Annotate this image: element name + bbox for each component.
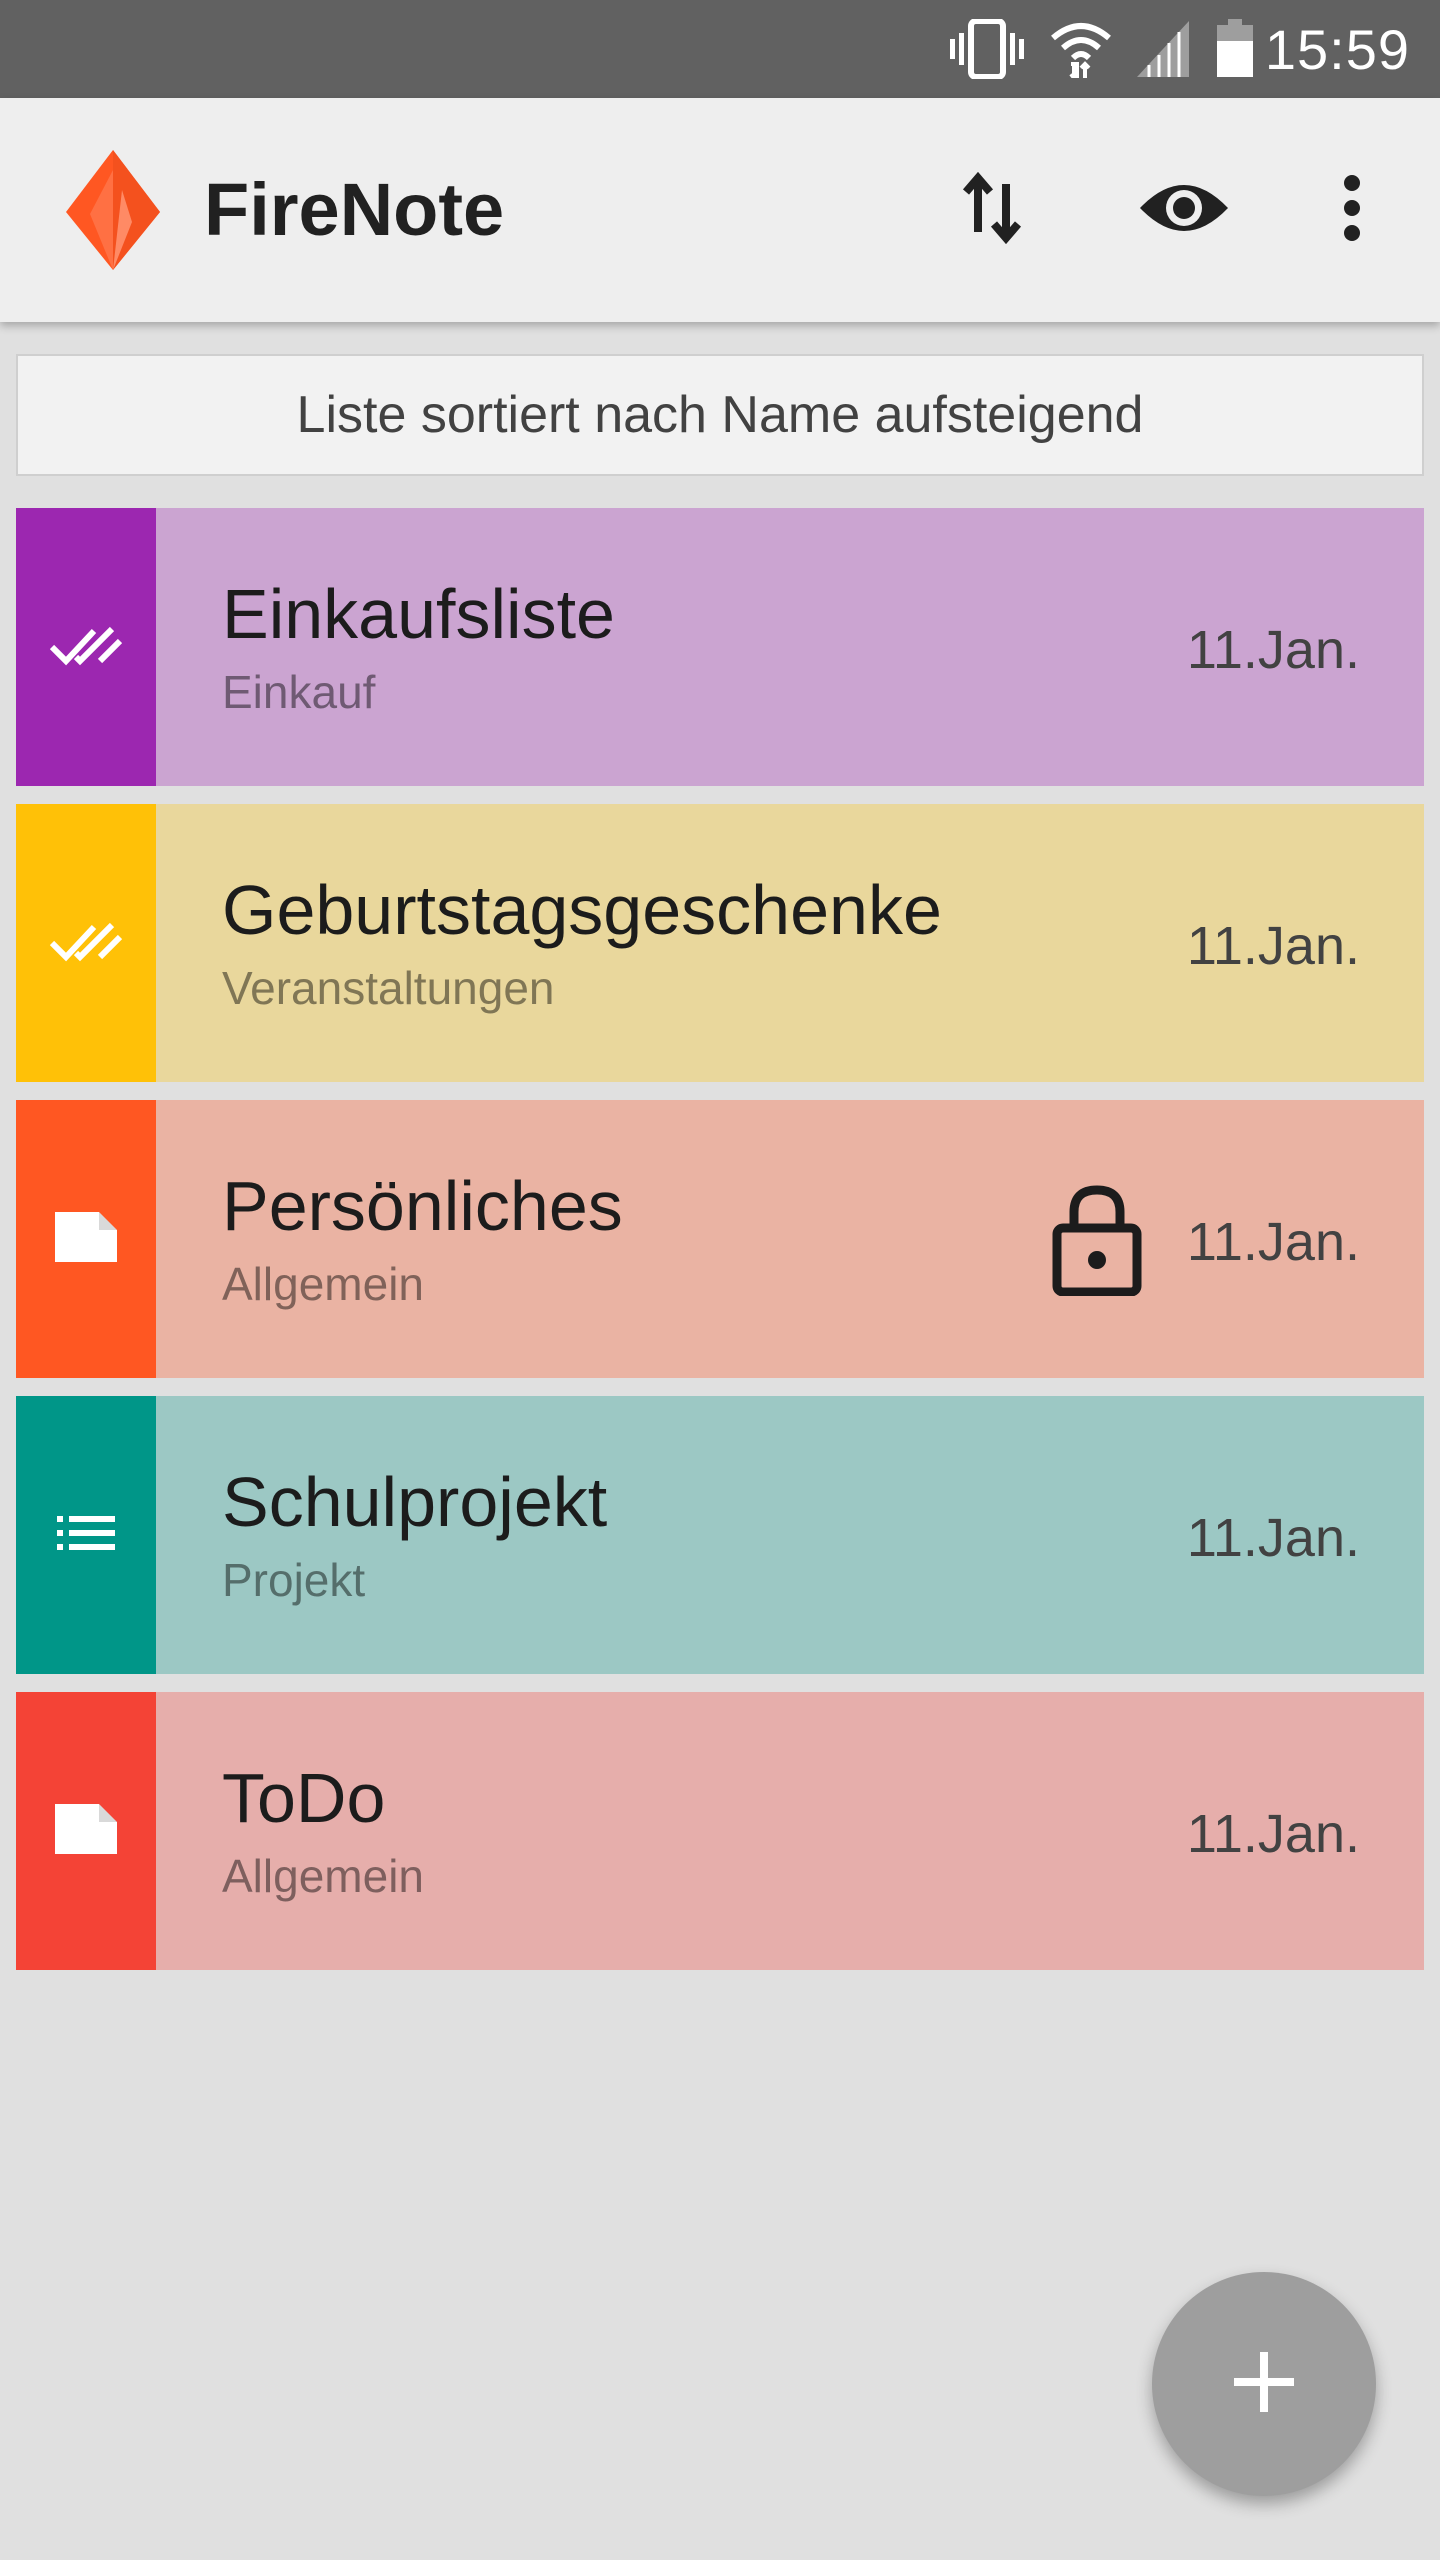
status-time: 15:59 <box>1264 17 1410 81</box>
note-category: Veranstaltungen <box>222 962 555 1014</box>
note-title: Persönliches <box>222 1167 623 1245</box>
double-check-icon <box>49 623 123 672</box>
note-color-strip <box>16 508 156 786</box>
note-card[interactable]: Einkaufsliste Einkauf 11.Jan. <box>16 508 1424 786</box>
note-date: 11.Jan. <box>1186 916 1360 976</box>
note-category: Allgemein <box>222 1850 424 1902</box>
note-list: Einkaufsliste Einkauf 11.Jan. Geburtstag… <box>16 508 1424 1970</box>
note-body: Geburtstagsgeschenke Veranstaltungen 11.… <box>156 804 1424 1082</box>
vibrate-icon <box>949 19 1025 79</box>
status-bar: 15:59 <box>0 0 1440 98</box>
eye-icon <box>1138 178 1230 243</box>
view-button[interactable] <box>1134 160 1234 260</box>
note-icon <box>55 1211 117 1267</box>
sort-banner-text: Liste sortiert nach Name aufsteigend <box>296 386 1144 444</box>
note-card[interactable]: Geburtstagsgeschenke Veranstaltungen 11.… <box>16 804 1424 1082</box>
note-card[interactable]: ToDo Allgemein 11.Jan. <box>16 1692 1424 1970</box>
wifi-icon <box>1050 20 1111 78</box>
battery-icon <box>1215 19 1255 79</box>
note-date: 11.Jan. <box>1186 1212 1360 1272</box>
signal-icon <box>1136 21 1189 77</box>
note-date: 11.Jan. <box>1186 620 1360 680</box>
status-icons <box>949 19 1255 79</box>
lock-icon <box>1052 1182 1142 1297</box>
note-category: Allgemein <box>222 1258 424 1310</box>
sort-icon <box>962 171 1022 249</box>
firenote-flame-icon <box>66 150 160 270</box>
note-category: Einkauf <box>222 666 376 718</box>
note-title: Schulprojekt <box>222 1463 608 1541</box>
note-icon <box>55 1803 117 1859</box>
note-body: Einkaufsliste Einkauf 11.Jan. <box>156 508 1424 786</box>
note-body: Persönliches Allgemein 11.Jan. <box>156 1100 1424 1378</box>
overflow-menu-button[interactable] <box>1302 160 1402 260</box>
note-card[interactable]: Persönliches Allgemein 11.Jan. <box>16 1100 1424 1378</box>
note-title: Einkaufsliste <box>222 575 615 653</box>
more-vert-icon <box>1340 174 1364 247</box>
note-category: Projekt <box>222 1554 366 1606</box>
app-title: FireNote <box>204 168 505 251</box>
sort-button[interactable] <box>942 160 1042 260</box>
app-bar: FireNote <box>0 98 1440 322</box>
plus-icon <box>1234 2351 1294 2417</box>
note-color-strip <box>16 1396 156 1674</box>
double-check-icon <box>49 919 123 968</box>
note-body: ToDo Allgemein 11.Jan. <box>156 1692 1424 1970</box>
note-color-strip <box>16 1692 156 1970</box>
note-title: ToDo <box>222 1759 386 1837</box>
note-date: 11.Jan. <box>1186 1508 1360 1568</box>
note-date: 11.Jan. <box>1186 1804 1360 1864</box>
note-color-strip <box>16 1100 156 1378</box>
note-title: Geburtstagsgeschenke <box>222 871 942 949</box>
add-note-button[interactable] <box>1152 2272 1376 2496</box>
list-icon <box>57 1515 115 1555</box>
sort-banner: Liste sortiert nach Name aufsteigend <box>16 354 1424 476</box>
note-card[interactable]: Schulprojekt Projekt 11.Jan. <box>16 1396 1424 1674</box>
note-color-strip <box>16 804 156 1082</box>
note-body: Schulprojekt Projekt 11.Jan. <box>156 1396 1424 1674</box>
